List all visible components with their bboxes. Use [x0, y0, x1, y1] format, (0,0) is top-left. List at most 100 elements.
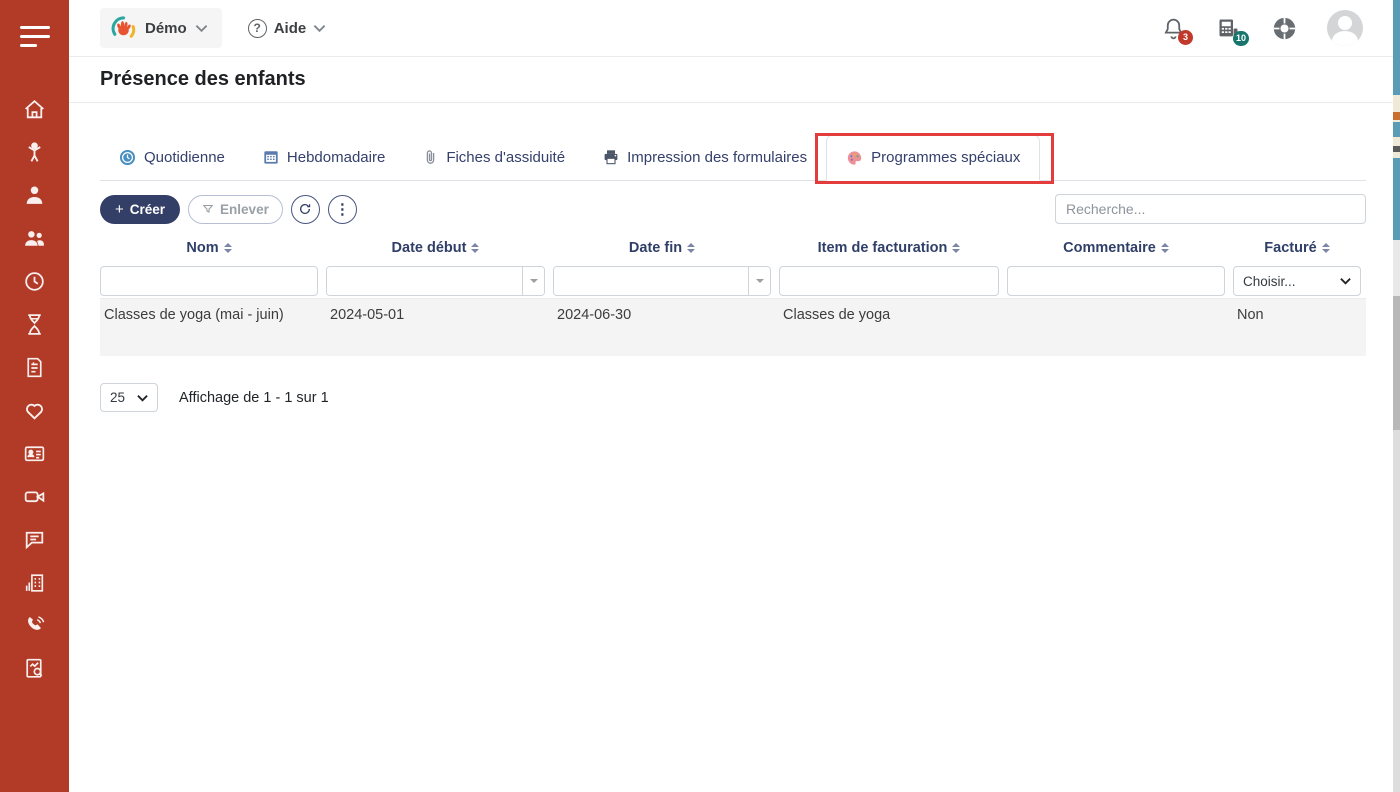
building-icon	[22, 570, 47, 595]
invoice-icon	[22, 355, 47, 380]
topbar-actions: 3 10	[1161, 10, 1400, 46]
filter-date-debut-dropdown[interactable]	[522, 267, 544, 295]
org-name: Démo	[145, 20, 187, 37]
minimap-segment	[1393, 146, 1400, 152]
sidebar-item-calls[interactable]	[0, 612, 69, 638]
tab-impression-formulaires[interactable]: Impression des formulaires	[584, 134, 826, 180]
sidebar-item-families[interactable]	[0, 225, 69, 251]
tab-fiches-assiduite[interactable]: Fiches d'assiduité	[404, 134, 584, 180]
news-button[interactable]: 10	[1215, 15, 1242, 42]
help-menu[interactable]: ? Aide	[248, 19, 327, 38]
org-switcher[interactable]: Démo	[100, 8, 222, 48]
table-filter-row: Choisir...	[100, 266, 1366, 296]
column-header-date-fin[interactable]: Date fin	[553, 240, 771, 256]
app-logo	[110, 15, 137, 42]
filter-date-fin-dropdown[interactable]	[748, 267, 770, 295]
support-button[interactable]	[1271, 15, 1298, 42]
clock-icon	[22, 269, 47, 294]
page-size-select[interactable]: 25	[100, 383, 158, 412]
home-icon	[22, 97, 47, 122]
column-header-date-debut[interactable]: Date début	[326, 240, 545, 256]
sort-icon	[952, 243, 960, 253]
sort-icon	[687, 243, 695, 253]
sidebar-item-staff[interactable]	[0, 182, 69, 208]
column-header-nom[interactable]: Nom	[100, 240, 318, 256]
child-icon	[22, 140, 47, 165]
facture-select-value: Choisir...	[1243, 274, 1296, 289]
news-badge: 10	[1233, 31, 1249, 46]
tab-label: Programmes spéciaux	[871, 149, 1020, 166]
sidebar-item-billing[interactable]	[0, 354, 69, 380]
chevron-down-icon	[195, 24, 208, 33]
tab-label: Hebdomadaire	[287, 149, 385, 166]
sidebar-item-timesheets[interactable]	[0, 311, 69, 337]
chat-icon	[22, 527, 47, 552]
heart-icon	[22, 398, 47, 423]
sidebar-item-health[interactable]	[0, 397, 69, 423]
tab-label: Impression des formulaires	[627, 149, 807, 166]
filter-date-fin-input[interactable]	[554, 267, 748, 295]
filter-date-fin	[553, 266, 771, 296]
sidebar-item-children[interactable]	[0, 139, 69, 165]
tab-hebdomadaire[interactable]: Hebdomadaire	[244, 134, 404, 180]
tab-quotidienne[interactable]: Quotidienne	[100, 134, 244, 180]
create-button-label: Créer	[130, 202, 165, 217]
sort-icon	[1322, 243, 1330, 253]
create-button[interactable]: + Créer	[100, 195, 180, 224]
filter-date-debut-input[interactable]	[327, 267, 522, 295]
cell-nom: Classes de yoga (mai - juin)	[100, 299, 318, 323]
filter-facture-select[interactable]: Choisir...	[1233, 266, 1361, 296]
pagination-summary: Affichage de 1 - 1 sur 1	[179, 390, 329, 406]
filter-item-facturation-input[interactable]	[779, 266, 999, 296]
sort-icon	[1161, 243, 1169, 253]
sidebar-item-messages[interactable]	[0, 526, 69, 552]
minimap-scrollbar[interactable]	[1393, 0, 1400, 792]
chevron-down-icon	[137, 394, 148, 402]
id-card-icon	[22, 441, 47, 466]
table-row[interactable]: Classes de yoga (mai - juin) 2024-05-01 …	[100, 298, 1366, 356]
minimap-segment	[1393, 240, 1400, 296]
cell-item-facturation: Classes de yoga	[779, 299, 999, 323]
minimap-segment	[1393, 112, 1400, 120]
filter-nom-input[interactable]	[100, 266, 318, 296]
chevron-down-icon	[1340, 277, 1351, 285]
notifications-badge: 3	[1178, 30, 1193, 45]
notifications-button[interactable]: 3	[1161, 16, 1186, 41]
scrollbar-thumb[interactable]	[1393, 296, 1400, 430]
search-input[interactable]	[1055, 194, 1366, 224]
sidebar-item-video[interactable]	[0, 483, 69, 509]
weekly-calendar-icon	[263, 149, 279, 165]
filter-commentaire-input[interactable]	[1007, 266, 1225, 296]
column-header-commentaire[interactable]: Commentaire	[1007, 240, 1225, 256]
tab-programmes-speciaux[interactable]: Programmes spéciaux	[826, 134, 1040, 181]
video-camera-icon	[22, 484, 47, 509]
user-avatar[interactable]	[1327, 10, 1363, 46]
minimap-segment	[1393, 0, 1400, 95]
help-label: Aide	[274, 20, 307, 37]
menu-toggle-icon[interactable]	[20, 26, 50, 47]
chevron-down-icon	[313, 24, 326, 33]
remove-button-label: Enlever	[220, 202, 269, 217]
more-options-button[interactable]: ⋮	[328, 195, 357, 224]
daily-clock-icon	[119, 149, 136, 166]
column-header-facture[interactable]: Facturé	[1233, 240, 1361, 256]
sidebar-item-attendance[interactable]	[0, 268, 69, 294]
sort-icon	[224, 243, 232, 253]
staff-icon	[22, 183, 47, 208]
sidebar-item-id-card[interactable]	[0, 440, 69, 466]
tab-bar: Quotidienne Hebdomadaire Fiches d'assidu…	[100, 134, 1366, 181]
sidebar-item-reports[interactable]	[0, 655, 69, 681]
phone-icon	[22, 613, 47, 638]
sidebar-item-agency[interactable]	[0, 569, 69, 595]
tab-label: Fiches d'assiduité	[446, 149, 565, 166]
report-icon	[22, 656, 47, 681]
palette-icon	[846, 150, 863, 166]
refresh-button[interactable]	[291, 195, 320, 224]
column-header-item-facturation[interactable]: Item de facturation	[779, 240, 999, 256]
cell-commentaire	[1007, 299, 1225, 307]
triangle-down-icon	[756, 279, 764, 283]
question-icon: ?	[248, 19, 267, 38]
remove-filter-button[interactable]: Enlever	[188, 195, 283, 224]
sidebar-item-home[interactable]	[0, 96, 69, 122]
sidebar	[0, 0, 69, 792]
